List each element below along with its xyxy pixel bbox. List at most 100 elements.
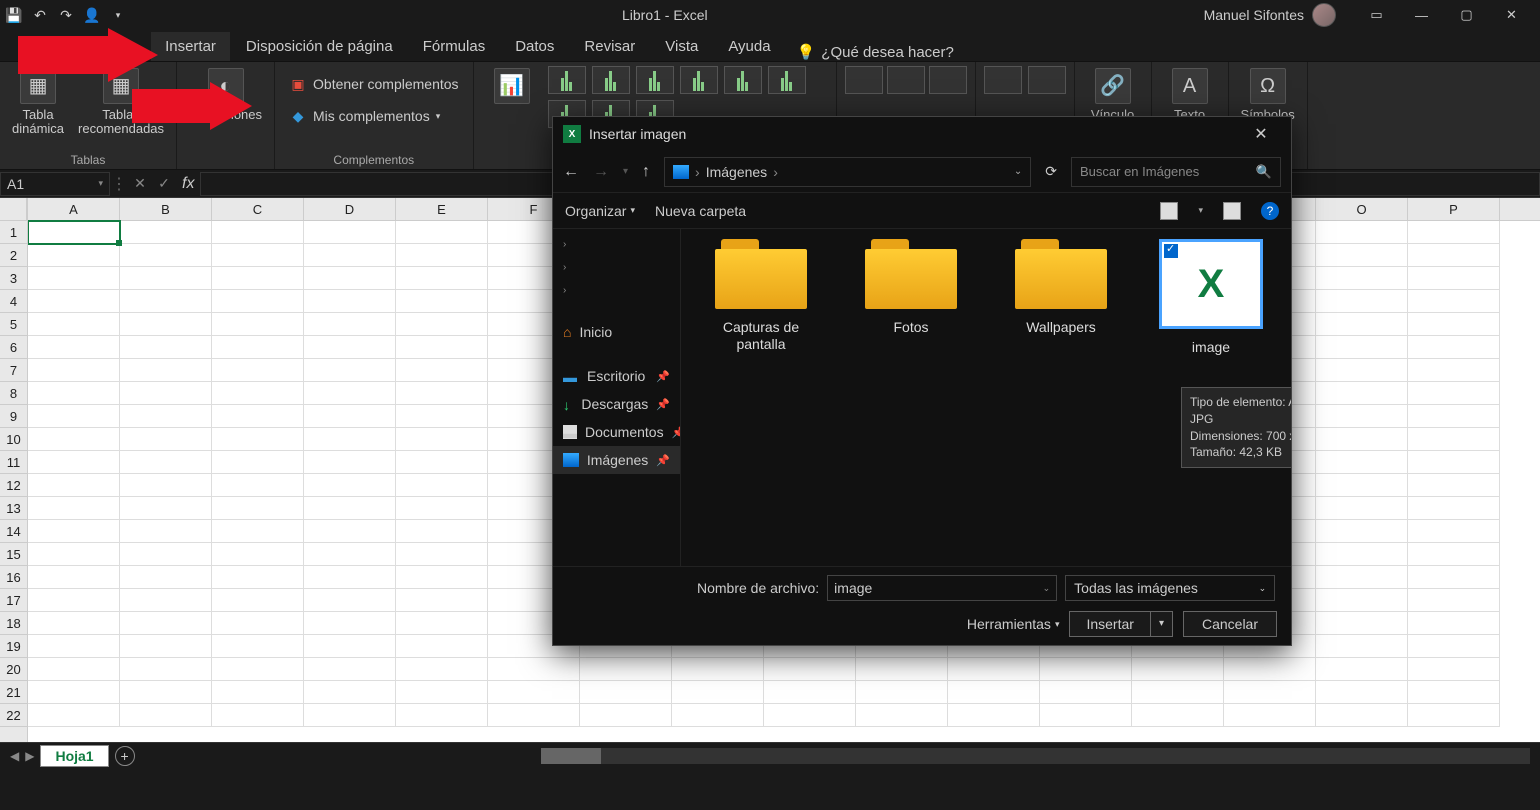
cell[interactable] bbox=[212, 612, 304, 635]
user-name[interactable]: Manuel Sifontes bbox=[1204, 7, 1304, 23]
cell[interactable] bbox=[396, 267, 488, 290]
cell[interactable] bbox=[304, 520, 396, 543]
cell[interactable] bbox=[120, 290, 212, 313]
preview-pane-button[interactable] bbox=[1223, 202, 1241, 220]
sidebar-expand-3[interactable]: › bbox=[553, 279, 680, 302]
nav-up-icon[interactable]: ↑ bbox=[642, 163, 650, 181]
cell[interactable] bbox=[212, 704, 304, 727]
cell[interactable] bbox=[1408, 543, 1500, 566]
cell[interactable] bbox=[1224, 704, 1316, 727]
breadcrumb-dropdown-icon[interactable]: ⌄ bbox=[1014, 166, 1022, 177]
row-header[interactable]: 5 bbox=[0, 313, 27, 336]
cell[interactable] bbox=[212, 520, 304, 543]
cell[interactable] bbox=[396, 681, 488, 704]
pin-icon[interactable]: 📌 bbox=[656, 370, 670, 383]
timeline-icon[interactable] bbox=[1028, 66, 1066, 94]
row-header[interactable]: 13 bbox=[0, 497, 27, 520]
cell[interactable] bbox=[120, 589, 212, 612]
cell[interactable] bbox=[304, 290, 396, 313]
search-input[interactable]: Buscar en Imágenes 🔍 bbox=[1071, 157, 1281, 187]
cell[interactable] bbox=[1316, 221, 1408, 244]
cell[interactable] bbox=[1316, 313, 1408, 336]
row-header[interactable]: 19 bbox=[0, 635, 27, 658]
col-header[interactable]: B bbox=[120, 198, 212, 220]
cell[interactable] bbox=[120, 267, 212, 290]
cell[interactable] bbox=[304, 497, 396, 520]
cell[interactable] bbox=[28, 566, 120, 589]
cell[interactable] bbox=[28, 497, 120, 520]
cell[interactable] bbox=[1224, 681, 1316, 704]
cell[interactable] bbox=[1408, 474, 1500, 497]
cell[interactable] bbox=[1408, 681, 1500, 704]
sheet-nav-next-icon[interactable]: ▶ bbox=[25, 749, 34, 763]
cell[interactable] bbox=[1316, 405, 1408, 428]
cell[interactable] bbox=[1316, 658, 1408, 681]
maximize-icon[interactable]: ▢ bbox=[1444, 1, 1489, 29]
cell[interactable] bbox=[304, 589, 396, 612]
cell[interactable] bbox=[28, 405, 120, 428]
cell[interactable] bbox=[28, 382, 120, 405]
slicer-icon[interactable] bbox=[984, 66, 1022, 94]
ribbon-options-icon[interactable]: ▭ bbox=[1354, 1, 1399, 29]
cell[interactable] bbox=[304, 221, 396, 244]
cell[interactable] bbox=[396, 221, 488, 244]
cell[interactable] bbox=[1408, 566, 1500, 589]
cell[interactable] bbox=[1040, 704, 1132, 727]
cell[interactable] bbox=[580, 681, 672, 704]
cell[interactable] bbox=[120, 382, 212, 405]
row-header[interactable]: 3 bbox=[0, 267, 27, 290]
nav-back-icon[interactable]: ← bbox=[563, 163, 579, 181]
cell[interactable] bbox=[396, 612, 488, 635]
cell[interactable] bbox=[1408, 658, 1500, 681]
row-header[interactable]: 14 bbox=[0, 520, 27, 543]
avatar[interactable] bbox=[1312, 3, 1336, 27]
nav-history-icon[interactable]: ▾ bbox=[623, 166, 628, 177]
cell[interactable] bbox=[120, 244, 212, 267]
cell[interactable] bbox=[1408, 612, 1500, 635]
cell[interactable] bbox=[120, 221, 212, 244]
sidebar-item-downloads[interactable]: ↓Descargas📌 bbox=[553, 390, 680, 418]
cell[interactable] bbox=[212, 543, 304, 566]
cell[interactable] bbox=[1408, 382, 1500, 405]
pin-icon[interactable]: 📌 bbox=[672, 426, 681, 439]
redo-icon[interactable]: ↷ bbox=[58, 7, 74, 23]
folder-wallpapers[interactable]: Wallpapers bbox=[1001, 239, 1121, 336]
cell[interactable] bbox=[1316, 635, 1408, 658]
cell[interactable] bbox=[304, 313, 396, 336]
sidebar-item-desktop[interactable]: ▬Escritorio📌 bbox=[553, 362, 680, 390]
minimize-icon[interactable]: — bbox=[1399, 1, 1444, 29]
cell[interactable] bbox=[304, 543, 396, 566]
cell[interactable] bbox=[1408, 589, 1500, 612]
cell[interactable] bbox=[120, 635, 212, 658]
tab-ayuda[interactable]: Ayuda bbox=[714, 32, 784, 61]
cancel-fx-icon[interactable]: ✕ bbox=[128, 175, 152, 192]
tab-vista[interactable]: Vista bbox=[651, 32, 712, 61]
cell[interactable] bbox=[28, 428, 120, 451]
cell[interactable] bbox=[212, 336, 304, 359]
cell[interactable] bbox=[28, 244, 120, 267]
chart-column-icon[interactable] bbox=[548, 66, 586, 94]
cell[interactable] bbox=[764, 681, 856, 704]
chart-pie-icon[interactable] bbox=[636, 66, 674, 94]
cell[interactable] bbox=[304, 359, 396, 382]
cell[interactable] bbox=[304, 405, 396, 428]
cell[interactable] bbox=[304, 704, 396, 727]
view-mode-button[interactable] bbox=[1160, 202, 1178, 220]
cell[interactable] bbox=[1316, 267, 1408, 290]
cell[interactable] bbox=[28, 658, 120, 681]
col-header[interactable]: C bbox=[212, 198, 304, 220]
chart-scatter-icon[interactable] bbox=[768, 66, 806, 94]
cell[interactable] bbox=[1316, 612, 1408, 635]
cell[interactable] bbox=[212, 681, 304, 704]
sparkline-line-icon[interactable] bbox=[845, 66, 883, 94]
cell[interactable] bbox=[1408, 704, 1500, 727]
cell[interactable] bbox=[28, 359, 120, 382]
cell[interactable] bbox=[28, 336, 120, 359]
chart-area-icon[interactable] bbox=[724, 66, 762, 94]
col-header[interactable]: O bbox=[1316, 198, 1408, 220]
cell[interactable] bbox=[212, 635, 304, 658]
row-header[interactable]: 6 bbox=[0, 336, 27, 359]
cell[interactable] bbox=[488, 704, 580, 727]
tools-dropdown[interactable]: Herramientas▾ bbox=[967, 616, 1060, 632]
cell[interactable] bbox=[304, 566, 396, 589]
